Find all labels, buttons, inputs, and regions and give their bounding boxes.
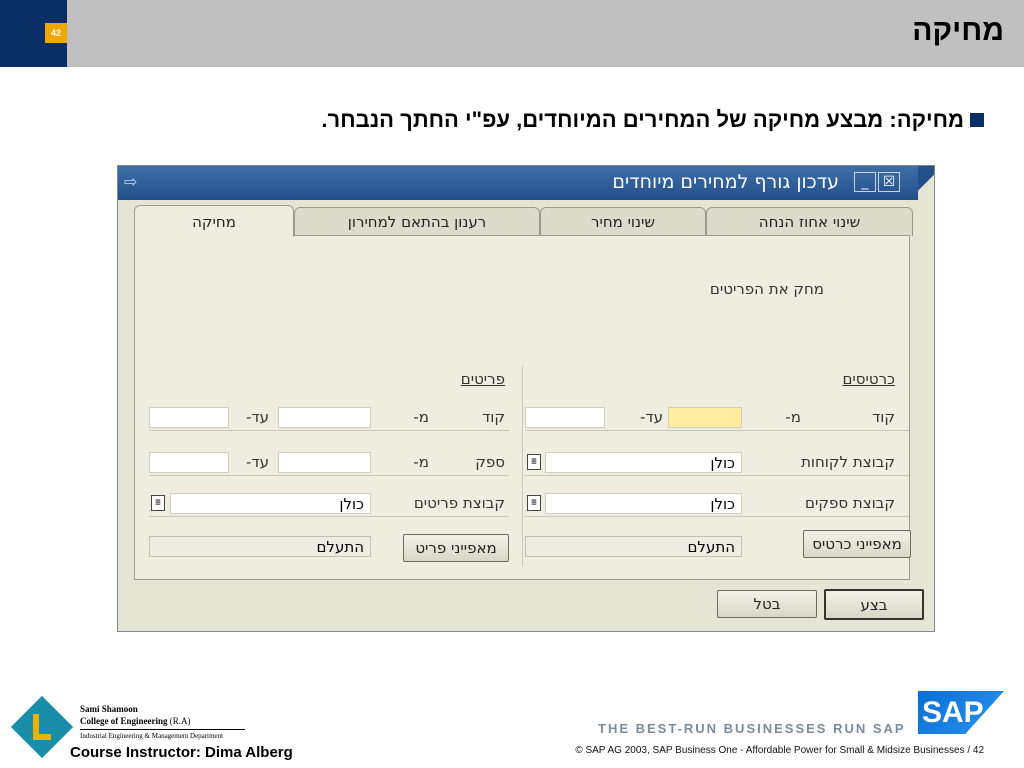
cards-code-underline <box>525 430 909 431</box>
footer-copyright: © SAP AG 2003, SAP Business One - Afford… <box>575 745 984 756</box>
footer-college-ra: (R.A) <box>169 716 191 726</box>
items-header[interactable]: פריטים <box>461 370 505 388</box>
cards-to-label: עד- <box>640 408 663 426</box>
customer-group-list-icon[interactable]: ≡ <box>527 454 541 470</box>
cards-code-from-input[interactable] <box>668 407 742 428</box>
items-from-label: מ- <box>413 408 429 426</box>
cards-code-to-input[interactable] <box>525 407 605 428</box>
minimize-icon[interactable]: _ <box>854 172 876 192</box>
item-properties-button[interactable]: מאפייני פריט <box>403 534 509 562</box>
footer-rule <box>80 729 245 730</box>
bullet-line: מחיקה: מבצע מחיקה של המחירים המיוחדים, ע… <box>321 107 984 133</box>
item-group-underline <box>149 516 509 517</box>
vendor-label: ספק <box>475 453 505 471</box>
college-logo-mark-icon <box>33 714 51 740</box>
customer-group-label: קבוצת לקוחות <box>801 453 895 471</box>
card-properties-value: התעלם <box>525 536 742 557</box>
slide: 42 מחיקה מחיקה: מבצע מחיקה של המחירים המ… <box>0 0 1024 768</box>
delete-items-label: מחק את הפריטים <box>709 280 824 298</box>
window-title-bar: ⇨ עדכון גורף למחירים מיוחדים _ ☒ <box>118 166 934 200</box>
item-group-select[interactable]: כולן <box>170 493 371 514</box>
items-code-to-input[interactable] <box>149 407 229 428</box>
items-code-from-input[interactable] <box>278 407 371 428</box>
section-divider <box>522 366 523 566</box>
tab-delete[interactable]: מחיקה <box>134 205 294 237</box>
close-icon[interactable]: ☒ <box>878 172 900 192</box>
item-group-label: קבוצת פריטים <box>413 494 505 512</box>
header-bar: מחיקה <box>67 0 1024 67</box>
title-bar-edge <box>918 166 934 200</box>
bullet-square-icon <box>970 113 984 127</box>
items-code-underline <box>149 430 509 431</box>
customer-group-select[interactable]: כולן <box>545 452 742 473</box>
footer-college-text: College of Engineering <box>80 716 168 726</box>
vendor-to-input[interactable] <box>149 452 229 473</box>
card-properties-button[interactable]: מאפייני כרטיס <box>803 530 911 558</box>
slide-title: מחיקה <box>912 14 1004 47</box>
tab-refresh-by-pricelist[interactable]: רענון בהתאם למחירון <box>294 207 540 236</box>
window-title: עדכון גורף למחירים מיוחדים <box>612 171 839 193</box>
footer-tagline: THE BEST-RUN BUSINESSES RUN SAP <box>598 721 906 736</box>
vendor-underline <box>149 475 509 476</box>
vendor-group-label: קבוצת ספקים <box>805 494 895 512</box>
vendor-group-list-icon[interactable]: ≡ <box>527 495 541 511</box>
vendor-group-underline <box>525 516 909 517</box>
vendor-from-input[interactable] <box>278 452 371 473</box>
vendor-to-label: עד- <box>246 453 269 471</box>
customer-group-underline <box>525 475 909 476</box>
footer-instructor: Course Instructor: Dima Alberg <box>70 744 293 761</box>
cancel-button[interactable]: בטל <box>717 590 817 618</box>
tab-panel-delete: מחק את הפריטים כרטיסים קוד מ- עד- קבוצת … <box>134 235 911 580</box>
cards-code-label: קוד <box>872 408 895 426</box>
sap-logo: SAP <box>918 691 1004 734</box>
tab-discount-change[interactable]: שינוי אחוז הנחה <box>706 207 913 236</box>
tab-price-change[interactable]: שינוי מחיר <box>540 207 706 236</box>
page-number-badge: 42 <box>45 23 67 43</box>
footer-college: College of Engineering (R.A) <box>80 716 191 726</box>
sap-window: ⇨ עדכון גורף למחירים מיוחדים _ ☒ שינוי א… <box>117 165 935 632</box>
cards-from-label: מ- <box>785 408 801 426</box>
footer-department: Industrial Engineering & Management Depa… <box>80 732 224 740</box>
footer-college-name: Sami Shamoon <box>80 704 138 714</box>
vendor-from-label: מ- <box>413 453 429 471</box>
items-code-label: קוד <box>482 408 505 426</box>
vendor-group-select[interactable]: כולן <box>545 493 742 514</box>
items-to-label: עד- <box>246 408 269 426</box>
execute-button[interactable]: בצע <box>824 589 924 620</box>
bullet-text: מחיקה: מבצע מחיקה של המחירים המיוחדים, ע… <box>321 107 964 132</box>
cards-header[interactable]: כרטיסים <box>842 370 895 388</box>
item-properties-value: התעלם <box>149 536 371 557</box>
window-system-icon[interactable]: ⇨ <box>124 172 148 192</box>
item-group-list-icon[interactable]: ≡ <box>151 495 165 511</box>
